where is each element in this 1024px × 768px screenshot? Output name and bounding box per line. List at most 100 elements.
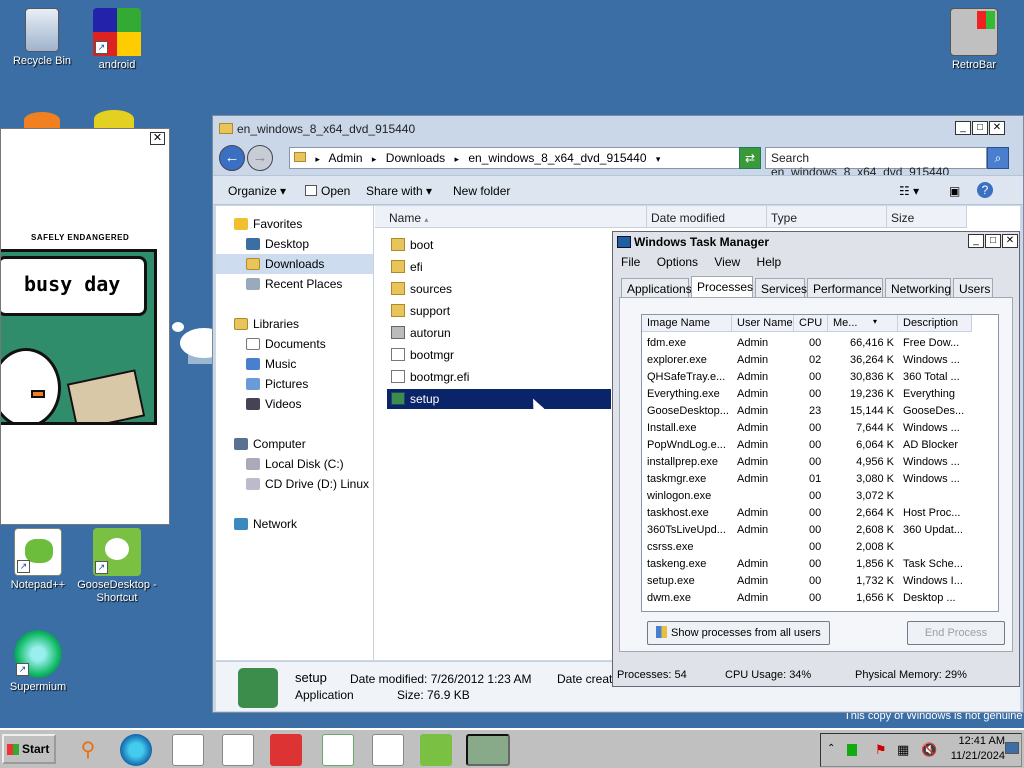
organize-button[interactable]: Organize ▾ (228, 184, 286, 198)
close-button[interactable]: ✕ (1002, 234, 1018, 248)
file-item[interactable]: sources (387, 279, 611, 299)
minimize-button[interactable]: _ (955, 121, 971, 135)
nav-local-disk[interactable]: Local Disk (C:) (216, 454, 373, 474)
column-memory[interactable]: Me... ▾ (828, 315, 898, 332)
nav-network[interactable]: Network (216, 514, 373, 534)
tab-networking[interactable]: Networking (885, 278, 951, 298)
process-row[interactable]: setup.exe Admin 00 1,732 K Windows I... (642, 573, 998, 590)
column-description[interactable]: Description (898, 315, 972, 332)
preview-pane-icon[interactable]: ▣ (949, 184, 960, 198)
help-icon[interactable]: ? (977, 182, 993, 198)
search-input[interactable]: Search en_windows_8_x64_dvd_915440 (765, 147, 987, 179)
breadcrumb-folder[interactable]: en_windows_8_x64_dvd_915440 (468, 151, 646, 165)
file-item[interactable]: bootmgr (387, 345, 611, 365)
red-app-icon[interactable] (270, 734, 302, 766)
notepadpp-taskbar-icon[interactable] (322, 734, 354, 766)
open-button[interactable]: Open (305, 184, 350, 198)
process-row[interactable]: GooseDesktop... Admin 23 15,144 K GooseDes..… (642, 403, 998, 420)
forward-button[interactable]: → (247, 145, 273, 171)
file-item[interactable]: autorun (387, 323, 611, 343)
process-row[interactable]: installprep.exe Admin 00 4,956 K Windows ... (642, 454, 998, 471)
file-item-selected[interactable]: setup (387, 389, 611, 409)
tab-services[interactable]: Services (755, 278, 807, 298)
task-manager-taskbar-icon[interactable] (466, 734, 510, 766)
file-item[interactable]: bootmgr.efi (387, 367, 611, 387)
android-shortcut[interactable]: ↗ android (75, 8, 159, 72)
file-item[interactable]: efi (387, 257, 611, 277)
column-type[interactable]: Type (767, 206, 887, 228)
comic-window[interactable]: ✕ SAFELY ENDANGERED busy day (0, 128, 170, 525)
nav-documents[interactable]: Documents (216, 334, 373, 354)
menu-view[interactable]: View (714, 255, 740, 269)
breadcrumb-downloads[interactable]: Downloads (386, 151, 445, 165)
column-name[interactable]: Name ▴ (375, 206, 647, 228)
nav-downloads[interactable]: Downloads (216, 254, 373, 274)
process-row[interactable]: 360TsLiveUpd... Admin 00 2,608 K 360 Updat..… (642, 522, 998, 539)
document-icon[interactable] (172, 734, 204, 766)
column-user-name[interactable]: User Name (732, 315, 794, 332)
goose-taskbar-icon[interactable] (420, 734, 452, 766)
process-row[interactable]: taskmgr.exe Admin 01 3,080 K Windows ... (642, 471, 998, 488)
process-row[interactable]: explorer.exe Admin 02 36,264 K Windows ... (642, 352, 998, 369)
action-center-icon[interactable]: ⚑ (875, 742, 887, 758)
refresh-button[interactable]: ⇄ (739, 147, 761, 169)
process-row[interactable]: winlogon.exe 00 3,072 K (642, 488, 998, 505)
show-desktop-icon[interactable] (1005, 742, 1019, 754)
menu-help[interactable]: Help (757, 255, 782, 269)
nav-videos[interactable]: Videos (216, 394, 373, 414)
maximize-button[interactable]: □ (985, 234, 1001, 248)
process-row[interactable]: Install.exe Admin 00 7,644 K Windows ... (642, 420, 998, 437)
chevron-down-icon[interactable]: ▾ (656, 154, 661, 164)
document-icon[interactable] (222, 734, 254, 766)
network-tray-icon[interactable]: ▦ (897, 742, 909, 758)
file-item[interactable]: boot (387, 235, 611, 255)
show-all-processes-button[interactable]: Show processes from all users (647, 621, 830, 645)
search-icon[interactable]: ⌕ (987, 147, 1009, 169)
notepadpp-shortcut[interactable]: ↗ Notepad++ (0, 528, 80, 592)
back-button[interactable]: ← (219, 145, 245, 171)
tray-app-icon[interactable] (847, 744, 857, 756)
menu-options[interactable]: Options (657, 255, 698, 269)
maximize-button[interactable]: □ (972, 121, 988, 135)
column-date-modified[interactable]: Date modified (647, 206, 767, 228)
clock[interactable]: 12:41 AM 11/21/2024 (945, 734, 1005, 764)
tray-expand-icon[interactable]: ⌃ (827, 743, 835, 754)
process-row[interactable]: PopWndLog.e... Admin 00 6,064 K AD Blocker (642, 437, 998, 454)
share-with-button[interactable]: Share with ▾ (366, 184, 432, 198)
nav-computer[interactable]: Computer (216, 434, 373, 454)
tab-performance[interactable]: Performance (807, 278, 883, 298)
process-row[interactable]: fdm.exe Admin 00 66,416 K Free Dow... (642, 335, 998, 352)
process-row[interactable]: dwm.exe Admin 00 1,656 K Desktop ... (642, 590, 998, 607)
nav-desktop[interactable]: Desktop (216, 234, 373, 254)
nav-pictures[interactable]: Pictures (216, 374, 373, 394)
tab-users[interactable]: Users (953, 278, 993, 298)
process-row[interactable]: csrss.exe 00 2,008 K (642, 539, 998, 556)
supermium-shortcut[interactable]: ↗ Supermium (0, 630, 80, 694)
end-process-button[interactable]: End Process (907, 621, 1005, 645)
nav-cd-drive[interactable]: CD Drive (D:) Linux Mi (216, 474, 373, 494)
goosedesktop-shortcut[interactable]: ↗ GooseDesktop - Shortcut (75, 528, 159, 605)
nav-libraries[interactable]: Libraries (216, 314, 373, 334)
column-size[interactable]: Size (887, 206, 967, 228)
process-row[interactable]: QHSafeTray.e... Admin 00 30,836 K 360 Total … (642, 369, 998, 386)
tab-applications[interactable]: Applications (621, 278, 692, 298)
view-options-icon[interactable]: ☷ ▾ (899, 184, 919, 198)
column-image-name[interactable]: Image Name (642, 315, 732, 332)
volume-icon[interactable]: 🔇 (921, 742, 937, 758)
retrobar-shortcut[interactable]: RetroBar (932, 8, 1016, 72)
start-button[interactable]: Start (2, 734, 56, 764)
nav-music[interactable]: Music (216, 354, 373, 374)
tab-processes[interactable]: Processes (691, 276, 753, 298)
address-bar[interactable]: ▸ Admin ▸ Downloads ▸ en_windows_8_x64_d… (289, 147, 743, 169)
search-app-icon[interactable]: ⚲ (72, 734, 104, 766)
nav-recent-places[interactable]: Recent Places (216, 274, 373, 294)
new-folder-button[interactable]: New folder (453, 184, 510, 198)
process-row[interactable]: Everything.exe Admin 00 19,236 K Everything (642, 386, 998, 403)
nav-favorites[interactable]: Favorites (216, 214, 373, 234)
recycle-bin-shortcut[interactable]: Recycle Bin (0, 8, 84, 68)
document-icon[interactable] (372, 734, 404, 766)
process-row[interactable]: taskeng.exe Admin 00 1,856 K Task Sche... (642, 556, 998, 573)
comic-close-button[interactable]: ✕ (150, 132, 165, 145)
edge-browser-icon[interactable] (120, 734, 152, 766)
menu-file[interactable]: File (621, 255, 640, 269)
